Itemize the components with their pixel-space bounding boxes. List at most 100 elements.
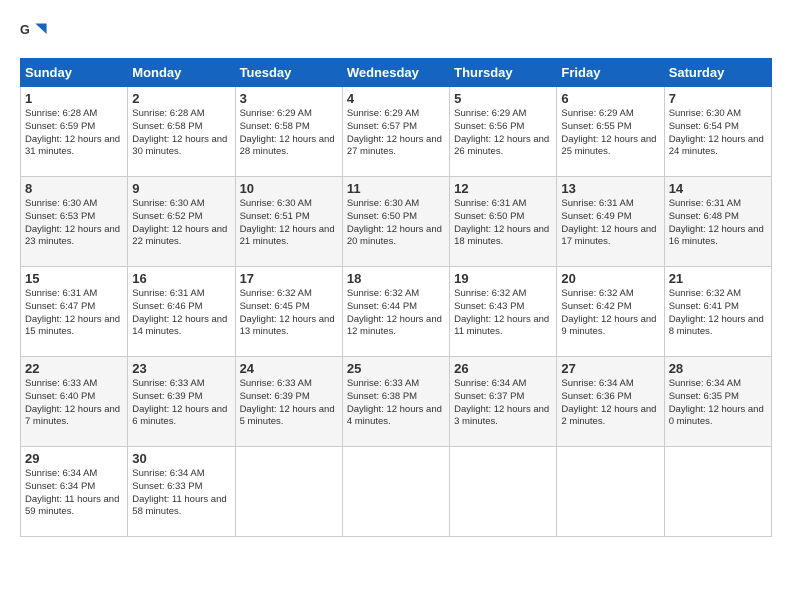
day-number: 3 bbox=[240, 91, 338, 106]
calendar-cell: 1 Sunrise: 6:28 AM Sunset: 6:59 PM Dayli… bbox=[21, 87, 128, 177]
cell-info: Sunrise: 6:32 AM Sunset: 6:41 PM Dayligh… bbox=[669, 288, 767, 339]
calendar-cell: 21 Sunrise: 6:32 AM Sunset: 6:41 PM Dayl… bbox=[664, 267, 771, 357]
calendar-cell: 3 Sunrise: 6:29 AM Sunset: 6:58 PM Dayli… bbox=[235, 87, 342, 177]
day-number: 10 bbox=[240, 181, 338, 196]
calendar-cell: 27 Sunrise: 6:34 AM Sunset: 6:36 PM Dayl… bbox=[557, 357, 664, 447]
cell-info: Sunrise: 6:32 AM Sunset: 6:42 PM Dayligh… bbox=[561, 288, 659, 339]
cell-info: Sunrise: 6:33 AM Sunset: 6:38 PM Dayligh… bbox=[347, 378, 445, 429]
col-friday: Friday bbox=[557, 59, 664, 87]
cell-info: Sunrise: 6:33 AM Sunset: 6:39 PM Dayligh… bbox=[240, 378, 338, 429]
cell-info: Sunrise: 6:29 AM Sunset: 6:56 PM Dayligh… bbox=[454, 108, 552, 159]
cell-info: Sunrise: 6:34 AM Sunset: 6:35 PM Dayligh… bbox=[669, 378, 767, 429]
day-number: 15 bbox=[25, 271, 123, 286]
cell-info: Sunrise: 6:32 AM Sunset: 6:43 PM Dayligh… bbox=[454, 288, 552, 339]
col-sunday: Sunday bbox=[21, 59, 128, 87]
cell-info: Sunrise: 6:33 AM Sunset: 6:39 PM Dayligh… bbox=[132, 378, 230, 429]
day-number: 14 bbox=[669, 181, 767, 196]
cell-info: Sunrise: 6:31 AM Sunset: 6:47 PM Dayligh… bbox=[25, 288, 123, 339]
calendar-cell: 9 Sunrise: 6:30 AM Sunset: 6:52 PM Dayli… bbox=[128, 177, 235, 267]
logo: G bbox=[20, 20, 52, 48]
day-number: 12 bbox=[454, 181, 552, 196]
day-number: 30 bbox=[132, 451, 230, 466]
calendar-cell: 26 Sunrise: 6:34 AM Sunset: 6:37 PM Dayl… bbox=[450, 357, 557, 447]
cell-info: Sunrise: 6:31 AM Sunset: 6:49 PM Dayligh… bbox=[561, 198, 659, 249]
page-header: G bbox=[20, 20, 772, 48]
calendar-cell bbox=[664, 447, 771, 537]
day-number: 26 bbox=[454, 361, 552, 376]
day-number: 20 bbox=[561, 271, 659, 286]
day-number: 28 bbox=[669, 361, 767, 376]
svg-text:G: G bbox=[20, 23, 30, 37]
cell-info: Sunrise: 6:28 AM Sunset: 6:58 PM Dayligh… bbox=[132, 108, 230, 159]
calendar-cell: 28 Sunrise: 6:34 AM Sunset: 6:35 PM Dayl… bbox=[664, 357, 771, 447]
calendar-cell: 10 Sunrise: 6:30 AM Sunset: 6:51 PM Dayl… bbox=[235, 177, 342, 267]
calendar-cell: 11 Sunrise: 6:30 AM Sunset: 6:50 PM Dayl… bbox=[342, 177, 449, 267]
day-number: 4 bbox=[347, 91, 445, 106]
day-number: 6 bbox=[561, 91, 659, 106]
calendar-week-5: 29 Sunrise: 6:34 AM Sunset: 6:34 PM Dayl… bbox=[21, 447, 772, 537]
cell-info: Sunrise: 6:29 AM Sunset: 6:57 PM Dayligh… bbox=[347, 108, 445, 159]
day-number: 1 bbox=[25, 91, 123, 106]
day-number: 18 bbox=[347, 271, 445, 286]
calendar-cell: 19 Sunrise: 6:32 AM Sunset: 6:43 PM Dayl… bbox=[450, 267, 557, 357]
calendar-cell: 2 Sunrise: 6:28 AM Sunset: 6:58 PM Dayli… bbox=[128, 87, 235, 177]
calendar-cell: 6 Sunrise: 6:29 AM Sunset: 6:55 PM Dayli… bbox=[557, 87, 664, 177]
day-number: 17 bbox=[240, 271, 338, 286]
calendar-table: Sunday Monday Tuesday Wednesday Thursday… bbox=[20, 58, 772, 537]
cell-info: Sunrise: 6:28 AM Sunset: 6:59 PM Dayligh… bbox=[25, 108, 123, 159]
cell-info: Sunrise: 6:30 AM Sunset: 6:52 PM Dayligh… bbox=[132, 198, 230, 249]
col-monday: Monday bbox=[128, 59, 235, 87]
header-row: Sunday Monday Tuesday Wednesday Thursday… bbox=[21, 59, 772, 87]
cell-info: Sunrise: 6:34 AM Sunset: 6:34 PM Dayligh… bbox=[25, 468, 123, 519]
calendar-cell: 23 Sunrise: 6:33 AM Sunset: 6:39 PM Dayl… bbox=[128, 357, 235, 447]
col-saturday: Saturday bbox=[664, 59, 771, 87]
day-number: 22 bbox=[25, 361, 123, 376]
calendar-week-4: 22 Sunrise: 6:33 AM Sunset: 6:40 PM Dayl… bbox=[21, 357, 772, 447]
col-wednesday: Wednesday bbox=[342, 59, 449, 87]
day-number: 21 bbox=[669, 271, 767, 286]
day-number: 2 bbox=[132, 91, 230, 106]
day-number: 5 bbox=[454, 91, 552, 106]
calendar-cell: 29 Sunrise: 6:34 AM Sunset: 6:34 PM Dayl… bbox=[21, 447, 128, 537]
cell-info: Sunrise: 6:30 AM Sunset: 6:51 PM Dayligh… bbox=[240, 198, 338, 249]
calendar-cell: 22 Sunrise: 6:33 AM Sunset: 6:40 PM Dayl… bbox=[21, 357, 128, 447]
cell-info: Sunrise: 6:31 AM Sunset: 6:48 PM Dayligh… bbox=[669, 198, 767, 249]
cell-info: Sunrise: 6:34 AM Sunset: 6:33 PM Dayligh… bbox=[132, 468, 230, 519]
day-number: 19 bbox=[454, 271, 552, 286]
cell-info: Sunrise: 6:30 AM Sunset: 6:54 PM Dayligh… bbox=[669, 108, 767, 159]
calendar-cell bbox=[557, 447, 664, 537]
calendar-cell: 25 Sunrise: 6:33 AM Sunset: 6:38 PM Dayl… bbox=[342, 357, 449, 447]
col-tuesday: Tuesday bbox=[235, 59, 342, 87]
day-number: 9 bbox=[132, 181, 230, 196]
cell-info: Sunrise: 6:32 AM Sunset: 6:45 PM Dayligh… bbox=[240, 288, 338, 339]
calendar-cell: 8 Sunrise: 6:30 AM Sunset: 6:53 PM Dayli… bbox=[21, 177, 128, 267]
calendar-cell: 24 Sunrise: 6:33 AM Sunset: 6:39 PM Dayl… bbox=[235, 357, 342, 447]
cell-info: Sunrise: 6:31 AM Sunset: 6:50 PM Dayligh… bbox=[454, 198, 552, 249]
cell-info: Sunrise: 6:30 AM Sunset: 6:50 PM Dayligh… bbox=[347, 198, 445, 249]
cell-info: Sunrise: 6:33 AM Sunset: 6:40 PM Dayligh… bbox=[25, 378, 123, 429]
calendar-cell: 17 Sunrise: 6:32 AM Sunset: 6:45 PM Dayl… bbox=[235, 267, 342, 357]
day-number: 7 bbox=[669, 91, 767, 106]
cell-info: Sunrise: 6:32 AM Sunset: 6:44 PM Dayligh… bbox=[347, 288, 445, 339]
calendar-cell bbox=[235, 447, 342, 537]
calendar-cell: 14 Sunrise: 6:31 AM Sunset: 6:48 PM Dayl… bbox=[664, 177, 771, 267]
calendar-week-2: 8 Sunrise: 6:30 AM Sunset: 6:53 PM Dayli… bbox=[21, 177, 772, 267]
logo-icon: G bbox=[20, 20, 48, 48]
day-number: 8 bbox=[25, 181, 123, 196]
calendar-cell: 7 Sunrise: 6:30 AM Sunset: 6:54 PM Dayli… bbox=[664, 87, 771, 177]
cell-info: Sunrise: 6:29 AM Sunset: 6:58 PM Dayligh… bbox=[240, 108, 338, 159]
calendar-week-3: 15 Sunrise: 6:31 AM Sunset: 6:47 PM Dayl… bbox=[21, 267, 772, 357]
col-thursday: Thursday bbox=[450, 59, 557, 87]
calendar-cell: 13 Sunrise: 6:31 AM Sunset: 6:49 PM Dayl… bbox=[557, 177, 664, 267]
day-number: 11 bbox=[347, 181, 445, 196]
calendar-cell: 4 Sunrise: 6:29 AM Sunset: 6:57 PM Dayli… bbox=[342, 87, 449, 177]
cell-info: Sunrise: 6:34 AM Sunset: 6:36 PM Dayligh… bbox=[561, 378, 659, 429]
calendar-cell: 18 Sunrise: 6:32 AM Sunset: 6:44 PM Dayl… bbox=[342, 267, 449, 357]
day-number: 27 bbox=[561, 361, 659, 376]
day-number: 29 bbox=[25, 451, 123, 466]
day-number: 25 bbox=[347, 361, 445, 376]
cell-info: Sunrise: 6:31 AM Sunset: 6:46 PM Dayligh… bbox=[132, 288, 230, 339]
calendar-cell: 15 Sunrise: 6:31 AM Sunset: 6:47 PM Dayl… bbox=[21, 267, 128, 357]
calendar-cell bbox=[450, 447, 557, 537]
day-number: 16 bbox=[132, 271, 230, 286]
